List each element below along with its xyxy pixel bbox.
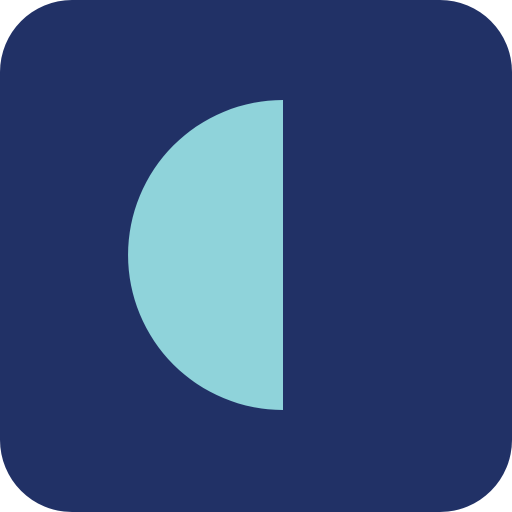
app-icon-tile[interactable] <box>0 0 512 512</box>
app-icon-graphic <box>0 0 512 512</box>
